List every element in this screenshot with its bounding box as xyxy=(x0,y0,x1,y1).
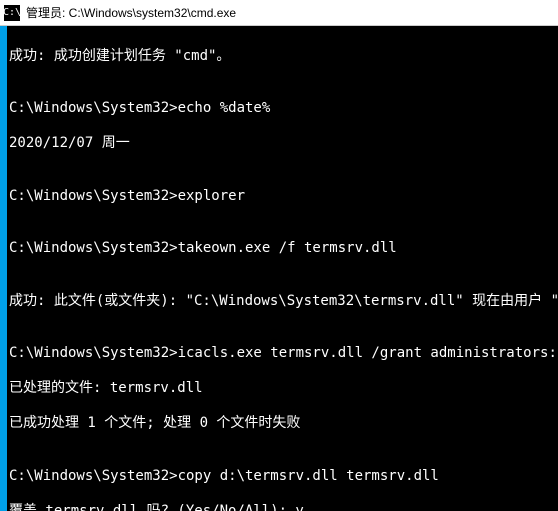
terminal-line: 成功: 此文件(或文件夹): "C:\Windows\System32\term… xyxy=(9,293,556,311)
window-title: 管理员: C:\Windows\system32\cmd.exe xyxy=(26,4,236,21)
terminal-line: 2020/12/07 周一 xyxy=(9,135,556,153)
terminal-line: C:\Windows\System32>takeown.exe /f terms… xyxy=(9,240,556,258)
terminal-output[interactable]: 成功: 成功创建计划任务 "cmd"。 C:\Windows\System32>… xyxy=(7,26,558,511)
terminal-line: C:\Windows\System32>icacls.exe termsrv.d… xyxy=(9,345,556,363)
terminal-line: 覆盖 termsrv.dll 吗? (Yes/No/All): y xyxy=(9,503,556,511)
terminal-line: C:\Windows\System32>copy d:\termsrv.dll … xyxy=(9,468,556,486)
cmd-icon: C:\ xyxy=(4,5,20,21)
terminal-line: 已处理的文件: termsrv.dll xyxy=(9,380,556,398)
terminal-line: 成功: 成功创建计划任务 "cmd"。 xyxy=(9,48,556,66)
terminal-line: C:\Windows\System32>echo %date% xyxy=(9,100,556,118)
left-desktop-edge xyxy=(0,26,7,511)
terminal-line: C:\Windows\System32>explorer xyxy=(9,188,556,206)
titlebar[interactable]: C:\ 管理员: C:\Windows\system32\cmd.exe xyxy=(0,0,558,26)
terminal-line: 已成功处理 1 个文件; 处理 0 个文件时失败 xyxy=(9,415,556,433)
